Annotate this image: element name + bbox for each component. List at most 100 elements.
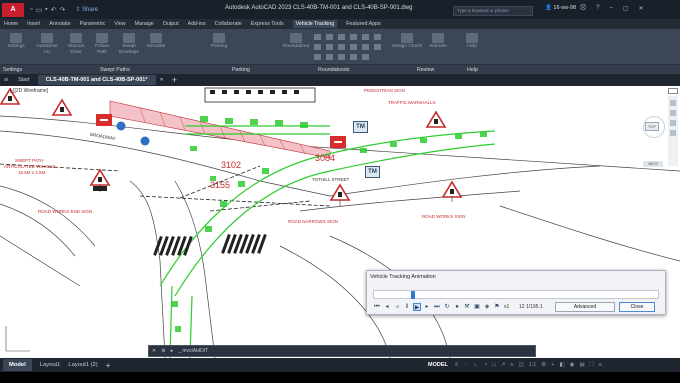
tab-output[interactable]: Output	[163, 21, 179, 27]
panel-swept-paths[interactable]: Swept Paths	[100, 67, 130, 73]
pan-icon[interactable]	[670, 100, 676, 106]
drawing-canvas[interactable]: [-][2D Wireframe] TOP WCS TM TM 3102 308…	[0, 86, 680, 358]
tab-express-tools[interactable]: Express Tools	[251, 21, 284, 27]
tab-featured-apps[interactable]: Featured Apps	[346, 21, 380, 27]
lineweight-icon[interactable]: ≡	[510, 362, 513, 369]
tab-insert[interactable]: Insert	[27, 21, 40, 27]
tab-collaborate[interactable]: Collaborate	[215, 21, 242, 27]
tab-layout1[interactable]: Layout1	[40, 362, 61, 368]
model-space-label[interactable]: MODEL	[428, 362, 448, 368]
autodrive-arc-button[interactable]: AutoDrive Arc	[34, 33, 60, 56]
redo-icon[interactable]: ↷	[59, 6, 65, 14]
help-button[interactable]: Help	[462, 33, 482, 50]
maximize-icon[interactable]: ▢	[623, 5, 629, 12]
tab-parametric[interactable]: Parametric	[80, 21, 106, 27]
tab-manage[interactable]: Manage	[135, 21, 154, 27]
roundabout-button[interactable]: Roundabout	[282, 33, 310, 50]
panel-roundabouts[interactable]: Roundabouts	[318, 67, 350, 73]
play-icon[interactable]: ▶	[413, 303, 421, 311]
settings-button[interactable]: Settings	[4, 33, 28, 50]
hardware-icon[interactable]: ▤	[579, 362, 584, 369]
wcs-menu[interactable]: WCS	[643, 161, 663, 167]
go-to-start-icon[interactable]: ⏮	[373, 303, 381, 311]
command-close-icon[interactable]: ✕	[152, 348, 156, 354]
animate-button[interactable]: Animate	[426, 33, 450, 50]
panel-help[interactable]: Help	[467, 67, 478, 73]
tab-view[interactable]: View	[114, 21, 125, 27]
close-icon[interactable]: ✕	[638, 5, 643, 12]
go-to-end-icon[interactable]: ⏭	[433, 303, 441, 311]
transparency-icon[interactable]: ◫	[518, 362, 523, 369]
vehicle-icon[interactable]: ◈	[483, 303, 491, 311]
clean-screen-icon[interactable]: ⛶	[590, 362, 594, 369]
tab-start[interactable]: Start	[18, 77, 30, 83]
viewport-label[interactable]: [-][2D Wireframe]	[10, 88, 48, 94]
viewport-maximize-icon[interactable]	[668, 88, 678, 94]
loop-icon[interactable]: ↻	[443, 303, 451, 311]
units-icon[interactable]: ◧	[559, 362, 564, 369]
camera-icon[interactable]: ▣	[473, 303, 481, 311]
add-layout-icon[interactable]: +	[106, 361, 111, 370]
close-button[interactable]: Close	[619, 302, 655, 312]
manual-drive-button[interactable]: Manual Drive	[64, 33, 88, 56]
isolate-icon[interactable]: ◉	[570, 362, 575, 369]
roundabout-tools-grid[interactable]	[312, 32, 388, 62]
parking-button[interactable]: Parking	[206, 33, 232, 50]
tab-add-ins[interactable]: Add-ins	[188, 21, 206, 27]
panel-parking[interactable]: Parking	[232, 67, 250, 73]
design-check-button[interactable]: Design Check	[392, 33, 422, 50]
tab-home[interactable]: Home	[4, 21, 18, 27]
tools-icon[interactable]: ⚒	[463, 303, 471, 311]
simulate-button[interactable]: Simulate	[144, 33, 168, 50]
animation-speed[interactable]: x1	[504, 304, 509, 310]
customize-icon[interactable]: ≡	[599, 362, 602, 369]
workspace-icon[interactable]: ⚙	[541, 362, 546, 369]
new-icon[interactable]: ▫	[30, 6, 32, 14]
ortho-icon[interactable]: ∟	[474, 362, 479, 369]
snap-icon[interactable]: ⋮	[463, 362, 469, 369]
cart-icon[interactable]: ⛒	[580, 5, 586, 12]
tab-close-icon[interactable]: ✕	[160, 77, 164, 83]
step-back-icon[interactable]: ◂	[383, 303, 391, 311]
panel-review[interactable]: Review	[417, 67, 434, 73]
share-button[interactable]: ⇪ Share	[75, 6, 98, 13]
grid-icon[interactable]: #	[455, 362, 458, 369]
annotation-monitor-icon[interactable]: +	[551, 362, 554, 369]
user-account[interactable]: 👤 16-sw-98	[545, 5, 576, 11]
flag-icon[interactable]: ⚑	[493, 303, 501, 311]
tab-annotate[interactable]: Annotate	[49, 21, 70, 27]
tab-model[interactable]: Model	[3, 359, 32, 371]
annotation-scale[interactable]: 1:1	[529, 362, 537, 369]
new-tab-icon[interactable]: +	[172, 75, 177, 85]
step-forward-icon[interactable]: ▸	[423, 303, 431, 311]
viewcube-top[interactable]: TOP	[645, 122, 659, 131]
polar-icon[interactable]: ◔	[484, 362, 487, 369]
advanced-button[interactable]: Advanced	[555, 302, 615, 312]
open-icon[interactable]: ▭	[35, 6, 42, 14]
osnap-icon[interactable]: □	[492, 362, 495, 369]
swept-envelope-button[interactable]: Swept Envelope	[116, 33, 142, 56]
tab-vehicle-tracking[interactable]: Vehicle Tracking	[292, 20, 338, 28]
tab-layout1-2[interactable]: Layout1 (2)	[68, 362, 97, 368]
follow-path-button[interactable]: Follow Path	[90, 33, 114, 56]
record-icon[interactable]: ●	[453, 303, 461, 311]
search-input[interactable]: Type a keyword or phrase	[453, 6, 533, 16]
play-reverse-icon[interactable]: ◃	[393, 303, 401, 311]
save-icon[interactable]: ▪	[45, 6, 47, 14]
command-line[interactable]: ✕ ⚙ ▸ _ mvclAbIDIT	[148, 345, 536, 357]
pause-icon[interactable]: ‖	[403, 303, 411, 311]
showmotion-icon[interactable]	[670, 130, 676, 136]
autocad-logo[interactable]: A	[2, 2, 24, 17]
orbit-icon[interactable]	[670, 120, 676, 126]
tab-active-drawing[interactable]: CLS-40B-TM-001 and CLS-40B-SP-001*	[37, 75, 156, 85]
timeline-thumb[interactable]	[411, 291, 415, 299]
menu-icon[interactable]: ≡	[4, 77, 8, 84]
command-settings-icon[interactable]: ⚙	[161, 348, 165, 354]
minimize-icon[interactable]: –	[609, 5, 612, 12]
otrack-icon[interactable]: ↗	[501, 362, 506, 369]
panel-settings[interactable]: Settings	[3, 67, 22, 73]
animation-timeline[interactable]	[373, 290, 659, 299]
help-icon[interactable]: ?	[596, 5, 599, 12]
zoom-icon[interactable]	[670, 110, 676, 116]
undo-icon[interactable]: ↶	[51, 6, 57, 14]
